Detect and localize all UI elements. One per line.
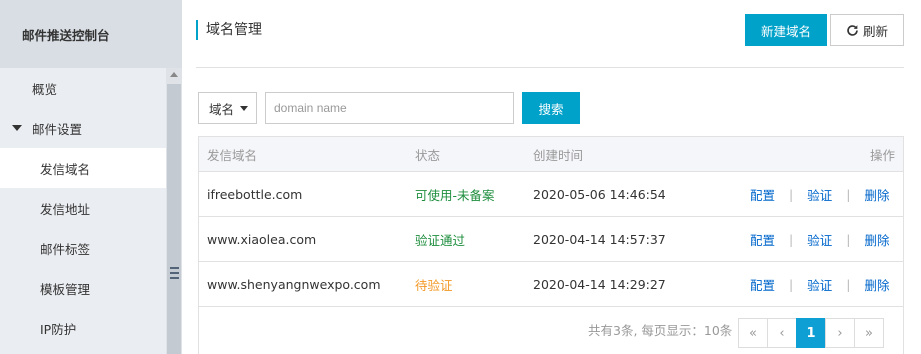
sidebar: 邮件推送控制台 概览 邮件设置 发信域名 发信地址 邮件标签 模板管理 IP防护 bbox=[0, 0, 182, 354]
table-row: www.shenyangnwexpo.com 待验证 2020-04-14 14… bbox=[199, 262, 903, 307]
sidebar-item-label: 邮件设置 bbox=[32, 121, 83, 137]
separator: | bbox=[846, 231, 851, 247]
verify-link[interactable]: 验证 bbox=[807, 185, 832, 204]
page-title: 域名管理 bbox=[196, 20, 262, 40]
table-row: ifreebottle.com 可使用-未备案 2020-05-06 14:46… bbox=[199, 172, 903, 217]
sidebar-item-label: 概览 bbox=[32, 81, 58, 97]
table-row: www.xiaolea.com 验证通过 2020-04-14 14:57:37… bbox=[199, 217, 903, 262]
last-page-button[interactable]: » bbox=[854, 318, 884, 348]
sidebar-item-label: 模板管理 bbox=[40, 281, 91, 297]
sidebar-collapse-handle[interactable] bbox=[167, 260, 182, 286]
configure-link[interactable]: 配置 bbox=[750, 275, 775, 294]
created-cell: 2020-04-14 14:57:37 bbox=[533, 231, 666, 247]
prev-page-button[interactable]: ‹ bbox=[767, 318, 797, 348]
first-page-button[interactable]: « bbox=[738, 318, 768, 348]
separator: | bbox=[846, 186, 851, 202]
sidebar-item-mail-tags[interactable]: 邮件标签 bbox=[0, 228, 166, 268]
verify-link[interactable]: 验证 bbox=[807, 275, 832, 294]
hamburger-icon-line bbox=[170, 277, 179, 279]
next-page-button[interactable]: › bbox=[825, 318, 855, 348]
console-title: 邮件推送控制台 bbox=[0, 0, 182, 68]
hamburger-icon bbox=[170, 267, 179, 269]
created-cell: 2020-04-14 14:29:27 bbox=[533, 276, 666, 292]
filter-field-select[interactable]: 域名 bbox=[198, 92, 257, 124]
domain-table: 发信域名 状态 创建时间 操作 ifreebottle.com 可使用-未备案 … bbox=[198, 136, 904, 307]
sidebar-group-mail-settings[interactable]: 邮件设置 bbox=[0, 108, 166, 148]
sidebar-menu: 概览 邮件设置 发信域名 发信地址 邮件标签 模板管理 IP防护 bbox=[0, 68, 166, 348]
status-cell: 验证通过 bbox=[415, 232, 466, 248]
refresh-label: 刷新 bbox=[862, 24, 888, 39]
sidebar-item-label: 发信域名 bbox=[40, 161, 91, 177]
table-footer: 共有3条, 每页显示：10条 « ‹ 1 › » bbox=[198, 306, 904, 354]
actions-cell: 配置 | 验证 | 删除 bbox=[750, 230, 889, 249]
actions-cell: 配置 | 验证 | 删除 bbox=[750, 275, 889, 294]
separator: | bbox=[789, 231, 794, 247]
column-header-status: 状态 bbox=[415, 147, 441, 163]
main-content: 域名管理 新建域名 刷新 域名 搜索 发信域名 状态 创建时间 操作 ifree… bbox=[182, 0, 921, 354]
sidebar-item-label: 发信地址 bbox=[40, 201, 91, 217]
scroll-up-arrow-icon[interactable] bbox=[170, 72, 178, 77]
domain-cell: www.shenyangnwexpo.com bbox=[207, 276, 381, 292]
column-header-actions: 操作 bbox=[869, 147, 895, 163]
header-divider bbox=[196, 67, 904, 68]
sidebar-item-overview[interactable]: 概览 bbox=[0, 68, 166, 108]
column-header-domain: 发信域名 bbox=[207, 147, 258, 163]
sidebar-item-sender-domains[interactable]: 发信域名 bbox=[0, 148, 166, 188]
filter-field-label: 域名 bbox=[209, 101, 235, 117]
refresh-button[interactable]: 刷新 bbox=[830, 14, 904, 46]
separator: | bbox=[846, 276, 851, 292]
delete-link[interactable]: 删除 bbox=[864, 275, 889, 294]
sidebar-item-templates[interactable]: 模板管理 bbox=[0, 268, 166, 308]
delete-link[interactable]: 删除 bbox=[864, 230, 889, 249]
current-page-button[interactable]: 1 bbox=[796, 318, 826, 348]
search-input[interactable] bbox=[265, 92, 514, 124]
delete-link[interactable]: 删除 bbox=[864, 185, 889, 204]
sidebar-item-ip-protection[interactable]: IP防护 bbox=[0, 308, 166, 348]
pagination-summary: 共有3条, 每页显示：10条 bbox=[588, 323, 733, 338]
pagination: « ‹ 1 › » bbox=[738, 318, 884, 348]
sidebar-item-label: 邮件标签 bbox=[40, 241, 91, 257]
table-header: 发信域名 状态 创建时间 操作 bbox=[199, 137, 903, 172]
created-cell: 2020-05-06 14:46:54 bbox=[533, 186, 666, 202]
scrollbar-thumb[interactable] bbox=[167, 84, 181, 354]
status-cell: 待验证 bbox=[415, 277, 453, 293]
verify-link[interactable]: 验证 bbox=[807, 230, 832, 249]
column-header-created: 创建时间 bbox=[533, 147, 584, 163]
new-domain-button[interactable]: 新建域名 bbox=[745, 14, 827, 46]
sidebar-item-sender-addresses[interactable]: 发信地址 bbox=[0, 188, 166, 228]
sidebar-item-label: IP防护 bbox=[40, 321, 77, 337]
domain-cell: www.xiaolea.com bbox=[207, 231, 317, 247]
sidebar-scrollbar[interactable] bbox=[166, 68, 182, 354]
separator: | bbox=[789, 186, 794, 202]
configure-link[interactable]: 配置 bbox=[750, 230, 775, 249]
search-button[interactable]: 搜索 bbox=[522, 92, 580, 124]
status-cell: 可使用-未备案 bbox=[415, 187, 495, 203]
caret-down-icon bbox=[12, 125, 22, 131]
hamburger-icon-line bbox=[170, 272, 179, 274]
refresh-icon bbox=[847, 24, 858, 36]
separator: | bbox=[789, 276, 794, 292]
configure-link[interactable]: 配置 bbox=[750, 185, 775, 204]
domain-cell: ifreebottle.com bbox=[207, 186, 303, 202]
chevron-down-icon bbox=[240, 106, 248, 111]
actions-cell: 配置 | 验证 | 删除 bbox=[750, 185, 889, 204]
